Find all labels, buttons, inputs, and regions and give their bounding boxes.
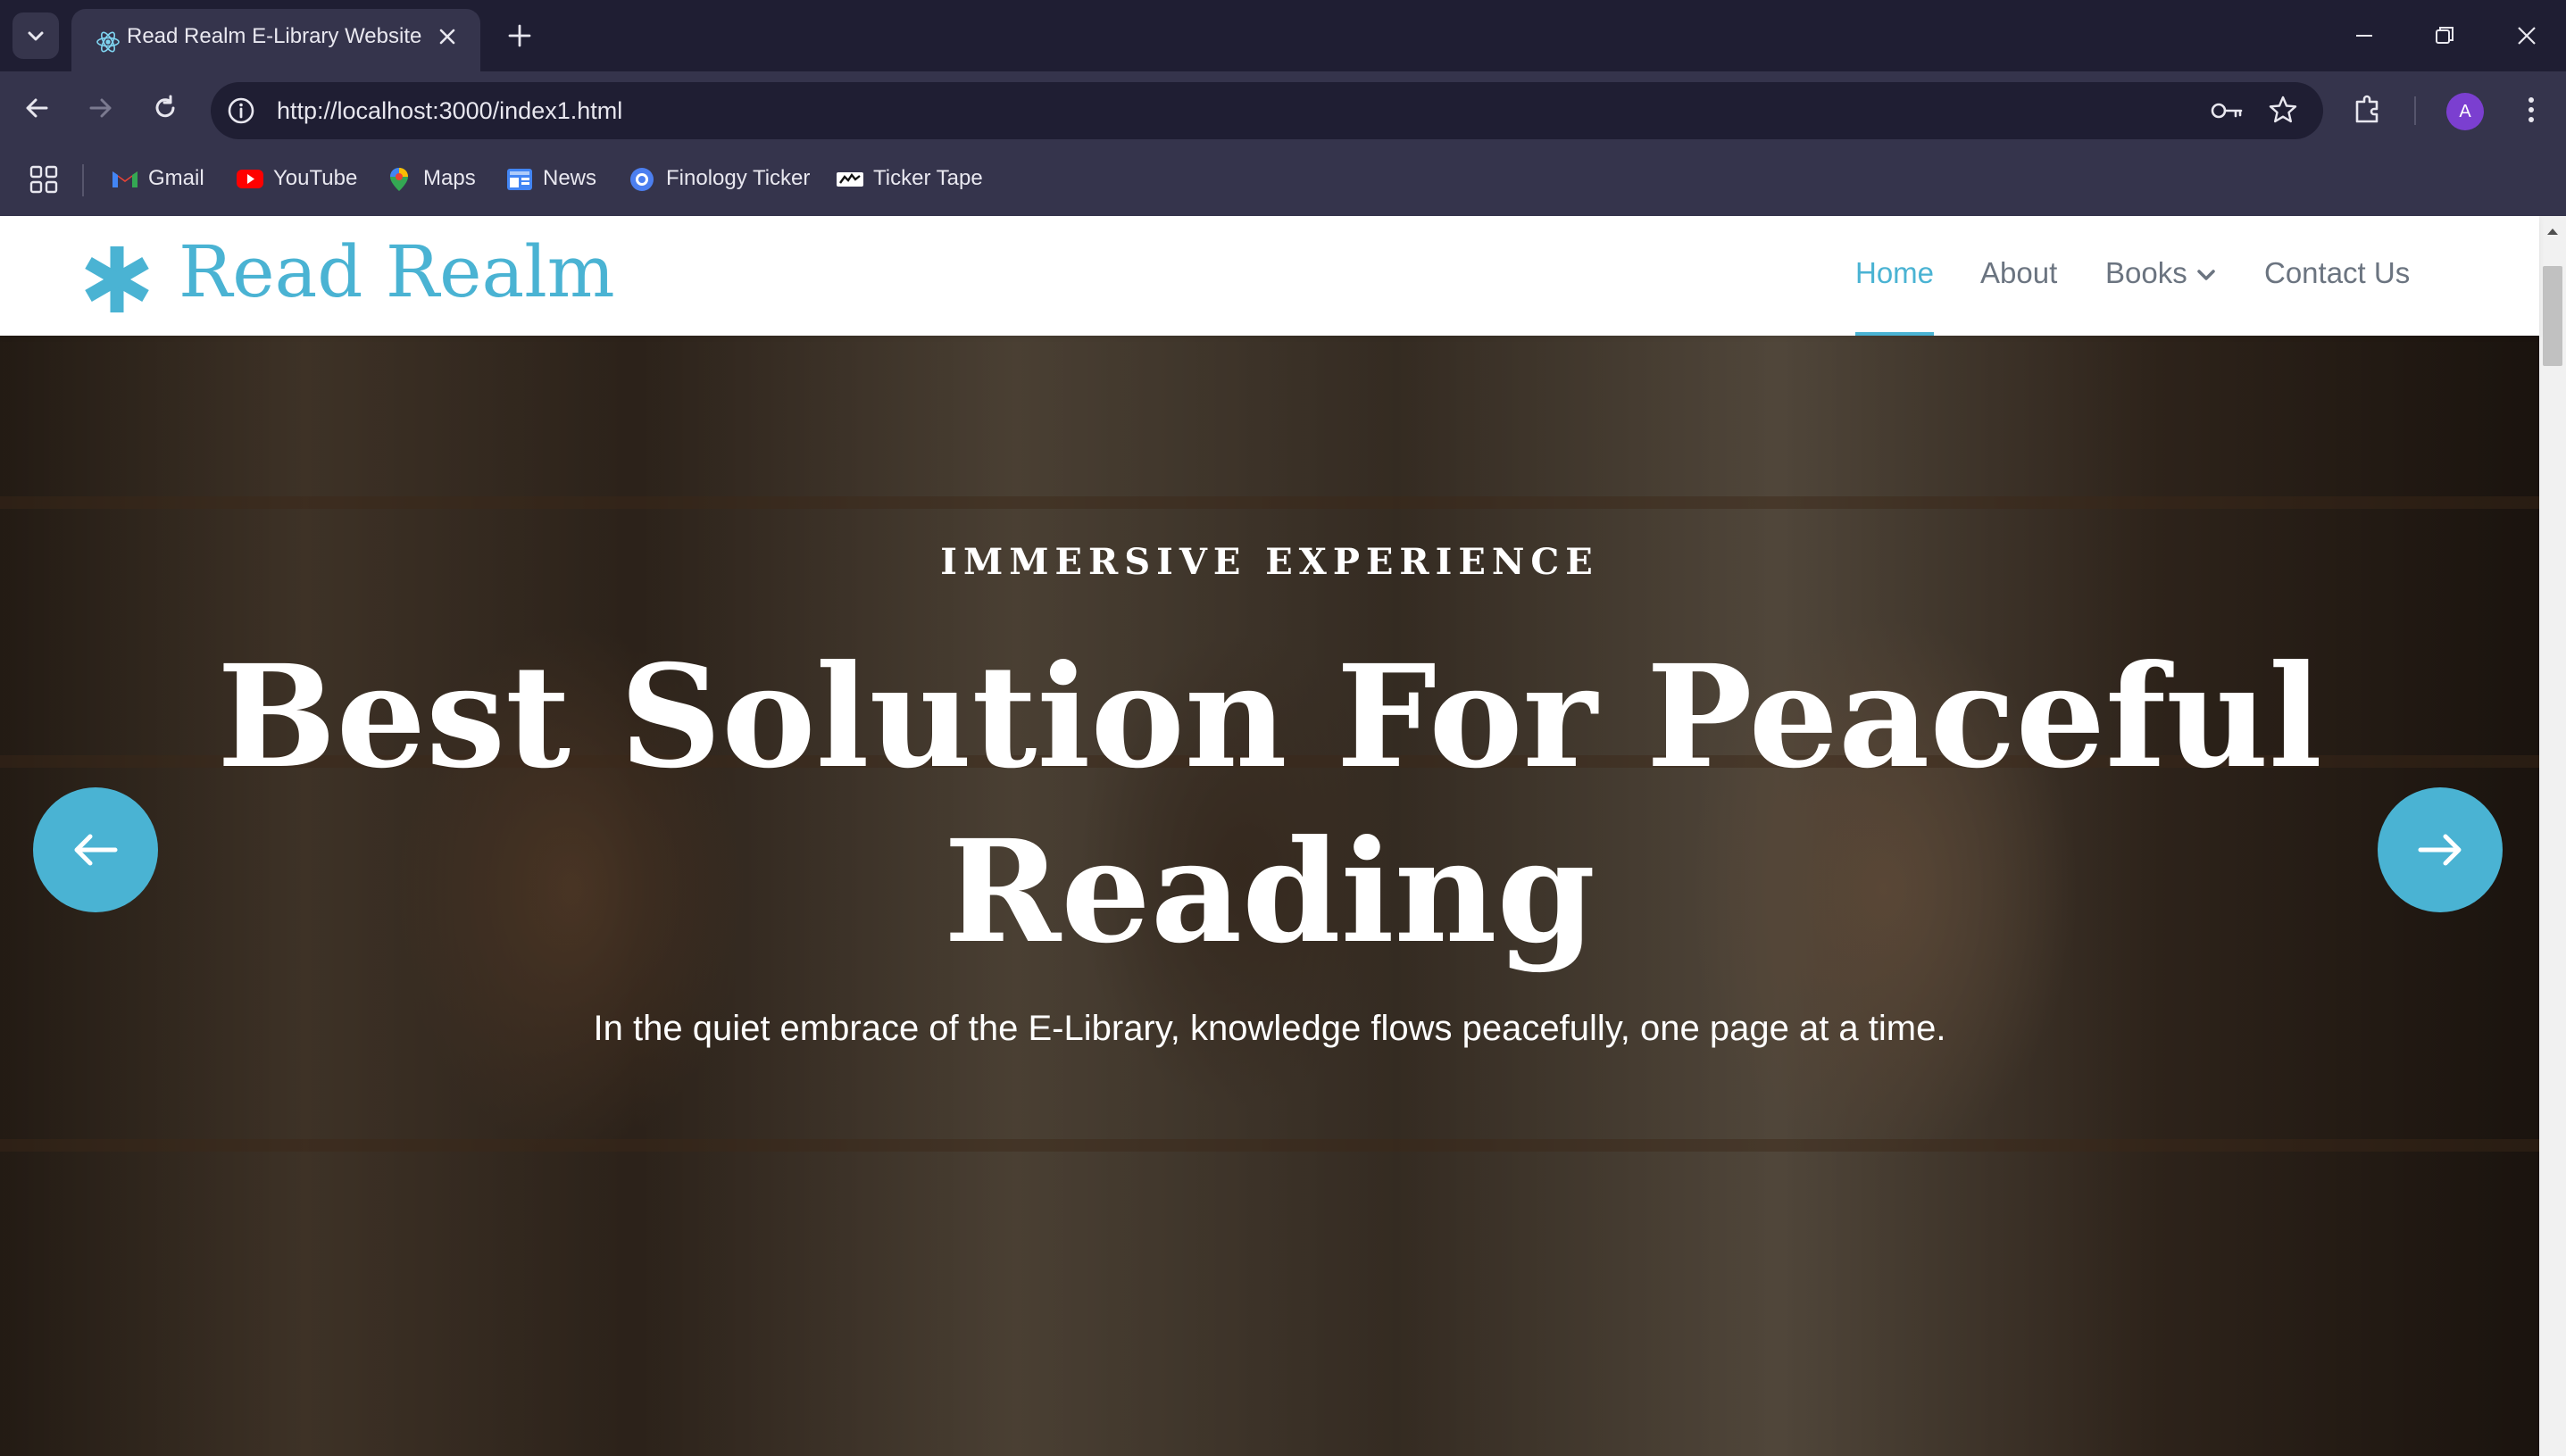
bookmark-ticker-tape[interactable]: Ticker Tape	[836, 145, 983, 212]
bookmark-gmail[interactable]: Gmail	[111, 145, 204, 212]
more-menu-icon[interactable]	[2516, 91, 2546, 129]
react-icon	[96, 31, 120, 53]
profile-avatar[interactable]: A	[2446, 93, 2484, 130]
finology-icon	[630, 168, 654, 191]
hero-carousel: IMMERSIVE EXPERIENCE Best Solution For P…	[0, 336, 2539, 1456]
bookmark-youtube[interactable]: YouTube	[236, 145, 357, 212]
carousel-prev-button[interactable]	[33, 787, 158, 912]
site-info-icon[interactable]	[225, 95, 257, 127]
nav-about[interactable]: About	[1980, 216, 2057, 336]
new-tab-icon[interactable]	[502, 18, 537, 54]
hero-kicker: IMMERSIVE EXPERIENCE	[940, 541, 1599, 583]
url-text: http://localhost:3000/index1.html	[277, 97, 623, 124]
password-key-icon[interactable]	[2209, 95, 2245, 127]
chevron-down-icon	[2196, 270, 2215, 281]
bookmark-finology-ticker[interactable]: Finology Ticker	[629, 145, 810, 212]
apps-grid-icon[interactable]	[29, 164, 59, 195]
background-shelf	[0, 1139, 2539, 1152]
scrollbar-thumb[interactable]	[2543, 266, 2562, 366]
page-viewport: Read Realm Home About Books Contact Us I…	[0, 216, 2566, 1456]
browser-toolbar: http://localhost:3000/index1.html A	[0, 71, 2566, 145]
window-close-icon[interactable]	[2507, 16, 2546, 55]
reload-icon[interactable]	[146, 89, 184, 127]
tickertape-icon	[837, 172, 863, 187]
youtube-icon	[237, 170, 263, 188]
hero-subtitle: In the quiet embrace of the E-Library, k…	[593, 1009, 1946, 1048]
site-navbar: Read Realm Home About Books Contact Us	[0, 216, 2539, 336]
bookmark-maps[interactable]: Maps	[386, 145, 476, 212]
news-icon	[507, 169, 532, 190]
nav-books-label: Books	[2105, 256, 2187, 289]
bookmarks-divider	[82, 164, 84, 196]
restore-icon[interactable]	[2425, 16, 2464, 55]
bookmark-news[interactable]: News	[505, 145, 596, 212]
close-icon[interactable]	[436, 25, 459, 48]
carousel-next-button[interactable]	[2378, 787, 2503, 912]
tab-search-button[interactable]	[12, 12, 59, 59]
toolbar-divider	[2414, 96, 2416, 125]
tab-title: Read Realm E-Library Website	[127, 24, 422, 48]
scroll-up-arrow-icon[interactable]	[2546, 227, 2559, 236]
brand-name[interactable]: Read Realm	[179, 230, 615, 313]
active-tab[interactable]: Read Realm E-Library Website	[71, 9, 480, 71]
arrow-right-icon	[2418, 834, 2462, 866]
extensions-puzzle-icon[interactable]	[2350, 91, 2386, 127]
forward-arrow-icon[interactable]	[82, 89, 120, 127]
arrow-left-icon	[74, 834, 118, 866]
hero-title: Best Solution For Peaceful Reading	[217, 635, 2322, 975]
asterisk-logo-icon[interactable]	[79, 241, 155, 318]
bookmarks-bar: Gmail YouTube Maps News Finology Ticker …	[0, 145, 2566, 216]
bookmark-star-icon[interactable]	[2266, 93, 2300, 127]
nav-home[interactable]: Home	[1855, 216, 1935, 336]
page-scrollbar[interactable]	[2539, 216, 2566, 1456]
minimize-icon[interactable]	[2345, 16, 2384, 55]
address-bar[interactable]: http://localhost:3000/index1.html	[211, 82, 2323, 139]
nav-books[interactable]: Books	[2105, 216, 2216, 336]
gmail-icon	[112, 171, 137, 187]
chevron-down-icon	[28, 31, 44, 41]
nav-contact-us[interactable]: Contact Us	[2264, 216, 2410, 336]
back-arrow-icon[interactable]	[18, 89, 55, 127]
browser-tab-bar: Read Realm E-Library Website	[0, 0, 2566, 71]
maps-icon	[390, 168, 408, 191]
background-shelf	[0, 496, 2539, 509]
